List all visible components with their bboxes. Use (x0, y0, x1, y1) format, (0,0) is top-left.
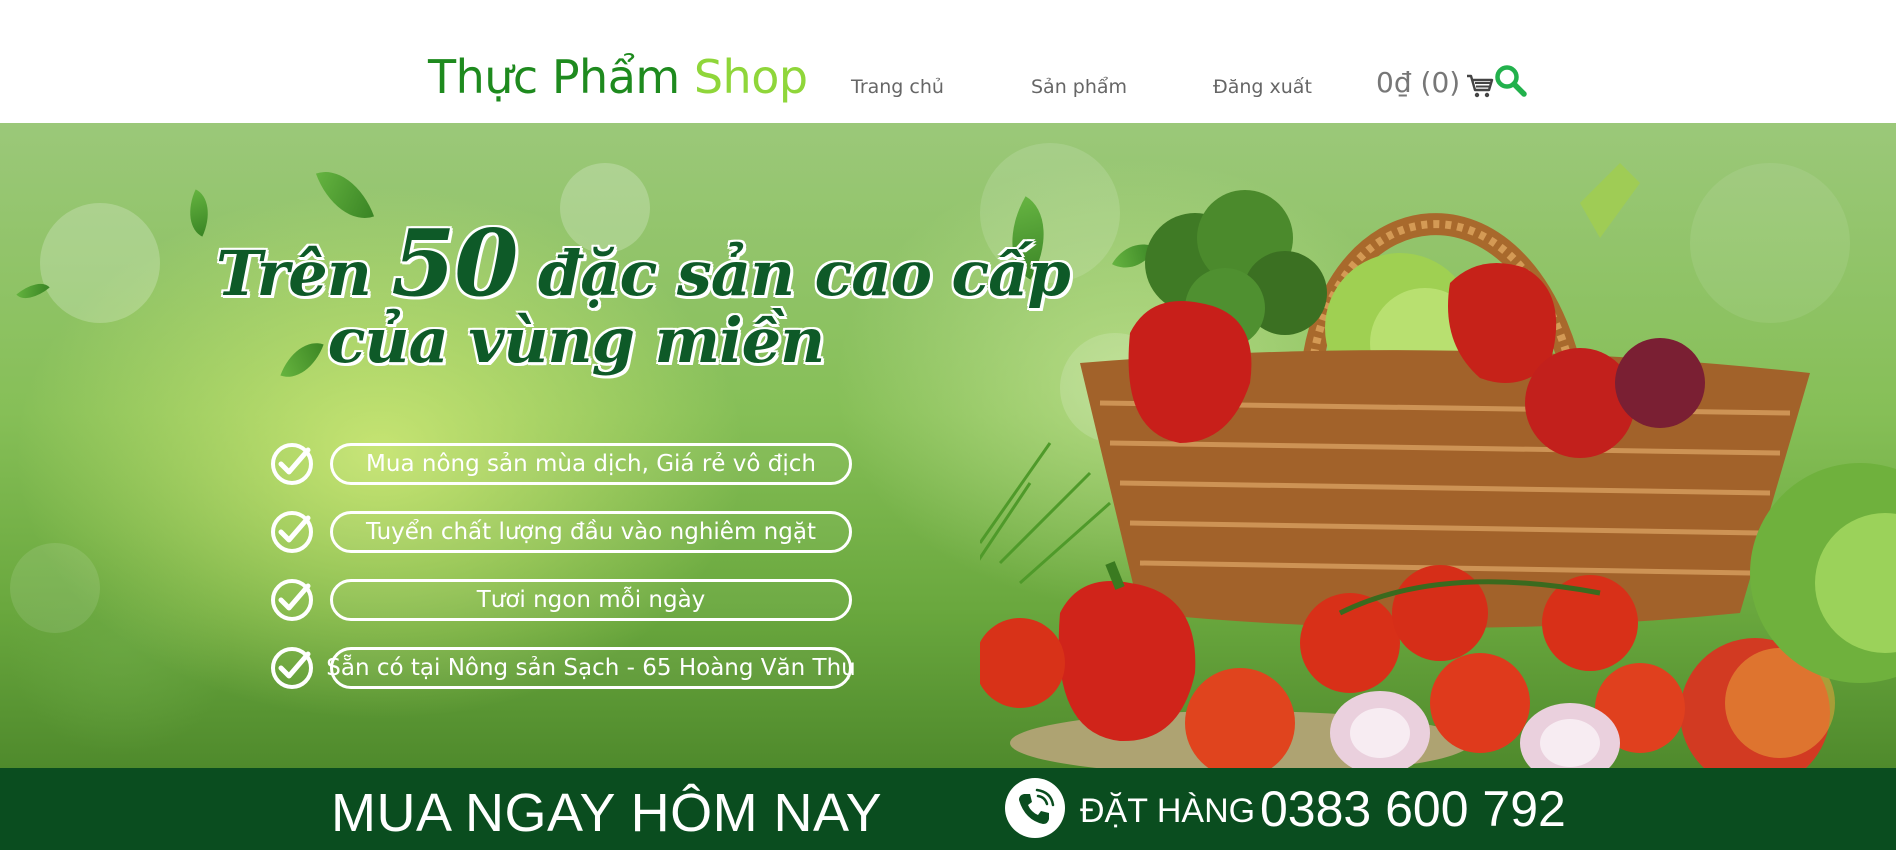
feature-item: Tươi ngon mỗi ngày (270, 579, 852, 621)
check-circle-icon (271, 579, 313, 621)
feature-item: Sẵn có tại Nông sản Sạch - 65 Hoàng Văn … (270, 647, 856, 689)
nav-products[interactable]: Sản phẩm (1031, 76, 1127, 98)
logo-text-secondary: Shop (693, 50, 808, 104)
logo-text-primary: Thực Phẩm (428, 50, 680, 104)
hero-headline: Trên 50 đặc sản cao cấp của vùng miền (216, 215, 1071, 377)
cart-button[interactable]: 0₫ (0) (1376, 66, 1494, 99)
headline-line2: của vùng miền (327, 303, 825, 377)
headline-word: Trên (216, 237, 372, 310)
feature-text: Sẵn có tại Nông sản Sạch - 65 Hoàng Văn … (326, 647, 856, 689)
vegetable-basket-image (980, 163, 1896, 768)
check-circle-icon (271, 511, 313, 553)
feature-list: Mua nông sản mùa dịch, Giá rẻ vô địch Tu… (270, 443, 856, 715)
leaf-decoration (178, 189, 220, 237)
site-header: Thực Phẩm Shop Trang chủ Sản phẩm Đăng x… (0, 0, 1896, 123)
cart-icon (1467, 74, 1494, 97)
feature-text: Tuyển chất lượng đầu vào nghiêm ngặt (330, 511, 852, 553)
nav-logout[interactable]: Đăng xuất (1213, 76, 1312, 98)
cta-phone-number[interactable]: 0383 600 792 (1260, 780, 1566, 838)
phone-badge (1005, 778, 1065, 838)
hero-banner: Trên 50 đặc sản cao cấp của vùng miền Mu… (0, 123, 1896, 768)
feature-item: Mua nông sản mùa dịch, Giá rẻ vô địch (270, 443, 852, 485)
headline-number: 50 (391, 209, 518, 317)
phone-icon (1019, 788, 1055, 824)
search-icon[interactable] (1494, 64, 1528, 98)
site-logo[interactable]: Thực Phẩm Shop (428, 50, 808, 104)
check-circle-icon (271, 647, 313, 689)
cta-buy-now[interactable]: MUA NGAY HÔM NAY (331, 782, 882, 844)
feature-text: Mua nông sản mùa dịch, Giá rẻ vô địch (330, 443, 852, 485)
nav-home[interactable]: Trang chủ (851, 76, 944, 98)
cart-summary: 0₫ (0) (1376, 66, 1461, 99)
feature-item: Tuyển chất lượng đầu vào nghiêm ngặt (270, 511, 852, 553)
cta-order-label: ĐẶT HÀNG (1080, 792, 1256, 830)
check-circle-icon (271, 443, 313, 485)
feature-text: Tươi ngon mỗi ngày (330, 579, 852, 621)
cta-bar: MUA NGAY HÔM NAY ĐẶT HÀNG 0383 600 792 (0, 768, 1896, 850)
